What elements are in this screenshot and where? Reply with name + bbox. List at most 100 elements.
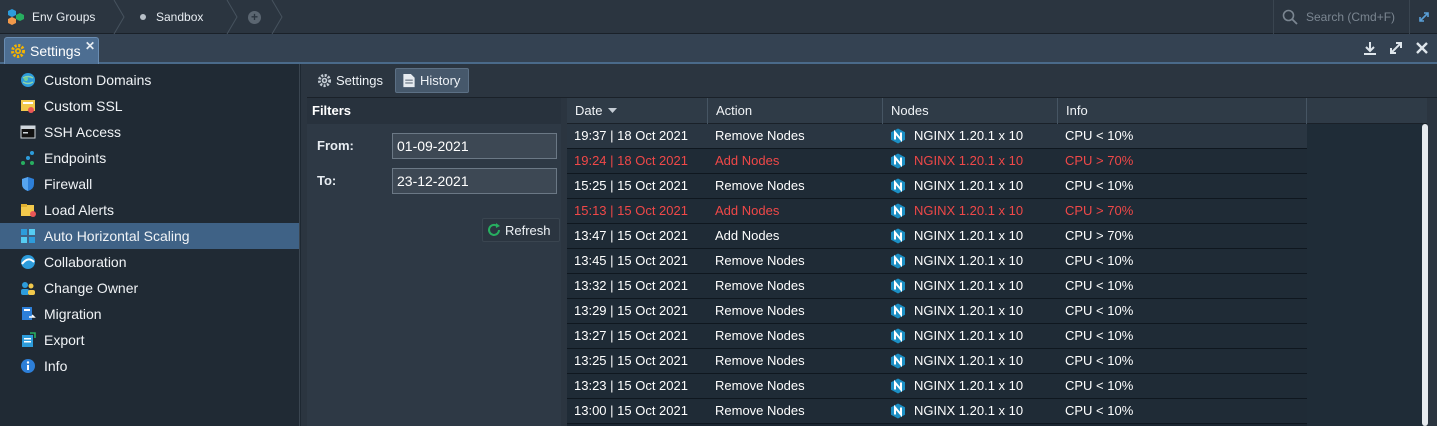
cell-nodes-text: NGINX 1.20.1 x 10 <box>914 253 1024 268</box>
breadcrumb-sandbox[interactable]: Sandbox <box>140 0 203 34</box>
cell-info: CPU > 70% <box>1058 224 1307 248</box>
sidebar-item-auto-horizontal-scaling[interactable]: Auto Horizontal Scaling <box>0 223 299 249</box>
breadcrumb-env-groups[interactable]: Env Groups <box>6 0 95 34</box>
tab-history-label: History <box>419 73 461 88</box>
cell-nodes: NGINX 1.20.1 x 10 <box>883 224 1058 248</box>
table-row[interactable]: 13:00 | 15 Oct 2021 Remove Nodes NGINX 1.2… <box>567 399 1307 424</box>
terminal-icon <box>20 124 36 140</box>
cell-info: CPU > 70% <box>1058 199 1307 223</box>
table-row[interactable]: 13:32 | 15 Oct 2021 Remove Nodes NGINX 1.2… <box>567 274 1307 299</box>
add-group-button[interactable]: + <box>248 0 261 34</box>
sidebar-item-label: Custom Domains <box>44 72 152 88</box>
cell-nodes-text: NGINX 1.20.1 x 10 <box>914 303 1024 318</box>
column-header-date[interactable]: Date <box>567 98 708 124</box>
cell-info-text: CPU > 70% <box>1065 228 1134 243</box>
table-row[interactable]: 15:13 | 15 Oct 2021 Add Nodes NGINX 1.20.1… <box>567 199 1307 224</box>
tab-settings-label: Settings <box>30 43 81 59</box>
close-window-icon[interactable] <box>1415 41 1429 55</box>
cell-nodes: NGINX 1.20.1 x 10 <box>883 249 1058 273</box>
plus-icon: + <box>248 10 261 24</box>
column-header-nodes[interactable]: Nodes <box>883 98 1058 124</box>
status-dot-icon <box>140 14 146 20</box>
document-icon <box>402 73 416 88</box>
sidebar-item-info[interactable]: Info <box>0 353 299 379</box>
tab-history[interactable]: History <box>394 68 470 93</box>
cell-nodes: NGINX 1.20.1 x 10 <box>883 174 1058 198</box>
cell-info: CPU < 10% <box>1058 174 1307 198</box>
cell-info: CPU > 70% <box>1058 149 1307 173</box>
sidebar-item-ssh-access[interactable]: SSH Access <box>0 119 299 145</box>
table-row[interactable]: 13:45 | 15 Oct 2021 Remove Nodes NGINX 1.2… <box>567 249 1307 274</box>
column-header-action[interactable]: Action <box>708 98 883 124</box>
table-row[interactable]: 13:27 | 15 Oct 2021 Remove Nodes NGINX 1.2… <box>567 324 1307 349</box>
table-row[interactable]: 13:25 | 15 Oct 2021 Remove Nodes NGINX 1.2… <box>567 349 1307 374</box>
from-label: From: <box>317 138 354 153</box>
column-header-info[interactable]: Info <box>1058 98 1307 124</box>
certificate-icon <box>20 98 36 114</box>
table-row[interactable]: 13:23 | 15 Oct 2021 Remove Nodes NGINX 1.2… <box>567 374 1307 399</box>
sidebar-item-load-alerts[interactable]: Load Alerts <box>0 197 299 223</box>
sidebar-item-change-owner[interactable]: Change Owner <box>0 275 299 301</box>
cell-action: Remove Nodes <box>708 174 883 198</box>
top-bar: Env Groups Sandbox + <box>0 0 1437 34</box>
search-box[interactable] <box>1273 0 1409 34</box>
cell-info-text: CPU < 10% <box>1065 328 1134 343</box>
cell-info: CPU < 10% <box>1058 274 1307 298</box>
tab-settings[interactable]: Settings ✕ <box>4 37 99 64</box>
close-icon[interactable]: ✕ <box>85 39 95 53</box>
cell-nodes: NGINX 1.20.1 x 10 <box>883 274 1058 298</box>
cell-date: 13:47 | 15 Oct 2021 <box>567 224 708 248</box>
cell-nodes: NGINX 1.20.1 x 10 <box>883 149 1058 173</box>
cell-date: 19:24 | 18 Oct 2021 <box>567 149 708 173</box>
tab-strip: Settings ✕ <box>0 34 1437 64</box>
expand-button[interactable] <box>1409 0 1437 34</box>
from-date-input[interactable] <box>393 134 578 158</box>
scaling-icon <box>20 228 36 244</box>
scrollbar-thumb[interactable] <box>1422 124 1428 426</box>
cell-action-text: Remove Nodes <box>715 378 805 393</box>
refresh-icon <box>487 223 501 237</box>
to-date-field[interactable] <box>392 168 591 194</box>
to-label: To: <box>317 173 337 188</box>
cell-action: Remove Nodes <box>708 324 883 348</box>
search-icon <box>1282 9 1298 25</box>
to-date-input[interactable] <box>393 169 578 193</box>
sidebar-item-export[interactable]: Export <box>0 327 299 353</box>
from-date-field[interactable] <box>392 133 591 159</box>
cell-date-text: 13:32 | 15 Oct 2021 <box>574 278 688 293</box>
table-row[interactable]: 19:37 | 18 Oct 2021 Remove Nodes NGINX 1.2… <box>567 124 1307 149</box>
cell-nodes: NGINX 1.20.1 x 10 <box>883 374 1058 398</box>
table-row[interactable]: 15:25 | 15 Oct 2021 Remove Nodes NGINX 1.2… <box>567 174 1307 199</box>
table-row[interactable]: 13:47 | 15 Oct 2021 Add Nodes NGINX 1.20.1… <box>567 224 1307 249</box>
subtab-bar: Settings History <box>307 64 1437 98</box>
sidebar-item-custom-domains[interactable]: Custom Domains <box>0 67 299 93</box>
cell-nodes-text: NGINX 1.20.1 x 10 <box>914 328 1024 343</box>
nginx-icon <box>891 403 905 419</box>
table-row[interactable]: 19:24 | 18 Oct 2021 Add Nodes NGINX 1.20.1… <box>567 149 1307 174</box>
sidebar-item-firewall[interactable]: Firewall <box>0 171 299 197</box>
cell-date-text: 13:47 | 15 Oct 2021 <box>574 228 688 243</box>
sidebar-item-custom-ssl[interactable]: Custom SSL <box>0 93 299 119</box>
maximize-icon[interactable] <box>1389 41 1403 55</box>
endpoints-icon <box>20 150 36 166</box>
cell-date-text: 19:24 | 18 Oct 2021 <box>574 153 688 168</box>
cell-action-text: Remove Nodes <box>715 128 805 143</box>
nginx-icon <box>891 128 905 144</box>
cell-nodes-text: NGINX 1.20.1 x 10 <box>914 178 1024 193</box>
cell-date: 15:25 | 15 Oct 2021 <box>567 174 708 198</box>
tab-settings-sub-label: Settings <box>336 73 383 88</box>
nginx-icon <box>891 153 905 169</box>
cell-action: Remove Nodes <box>708 299 883 323</box>
table-row[interactable]: 13:29 | 15 Oct 2021 Remove Nodes NGINX 1.2… <box>567 299 1307 324</box>
download-icon[interactable] <box>1363 41 1377 55</box>
export-icon <box>20 332 36 348</box>
sidebar-item-endpoints[interactable]: Endpoints <box>0 145 299 171</box>
cell-action-text: Remove Nodes <box>715 353 805 368</box>
search-input[interactable] <box>1306 10 1406 24</box>
sidebar-item-migration[interactable]: Migration <box>0 301 299 327</box>
sidebar-item-collaboration[interactable]: Collaboration <box>0 249 299 275</box>
cell-info: CPU < 10% <box>1058 324 1307 348</box>
cell-action: Remove Nodes <box>708 374 883 398</box>
refresh-button[interactable]: Refresh <box>482 218 560 242</box>
tab-settings-sub[interactable]: Settings <box>311 68 391 93</box>
